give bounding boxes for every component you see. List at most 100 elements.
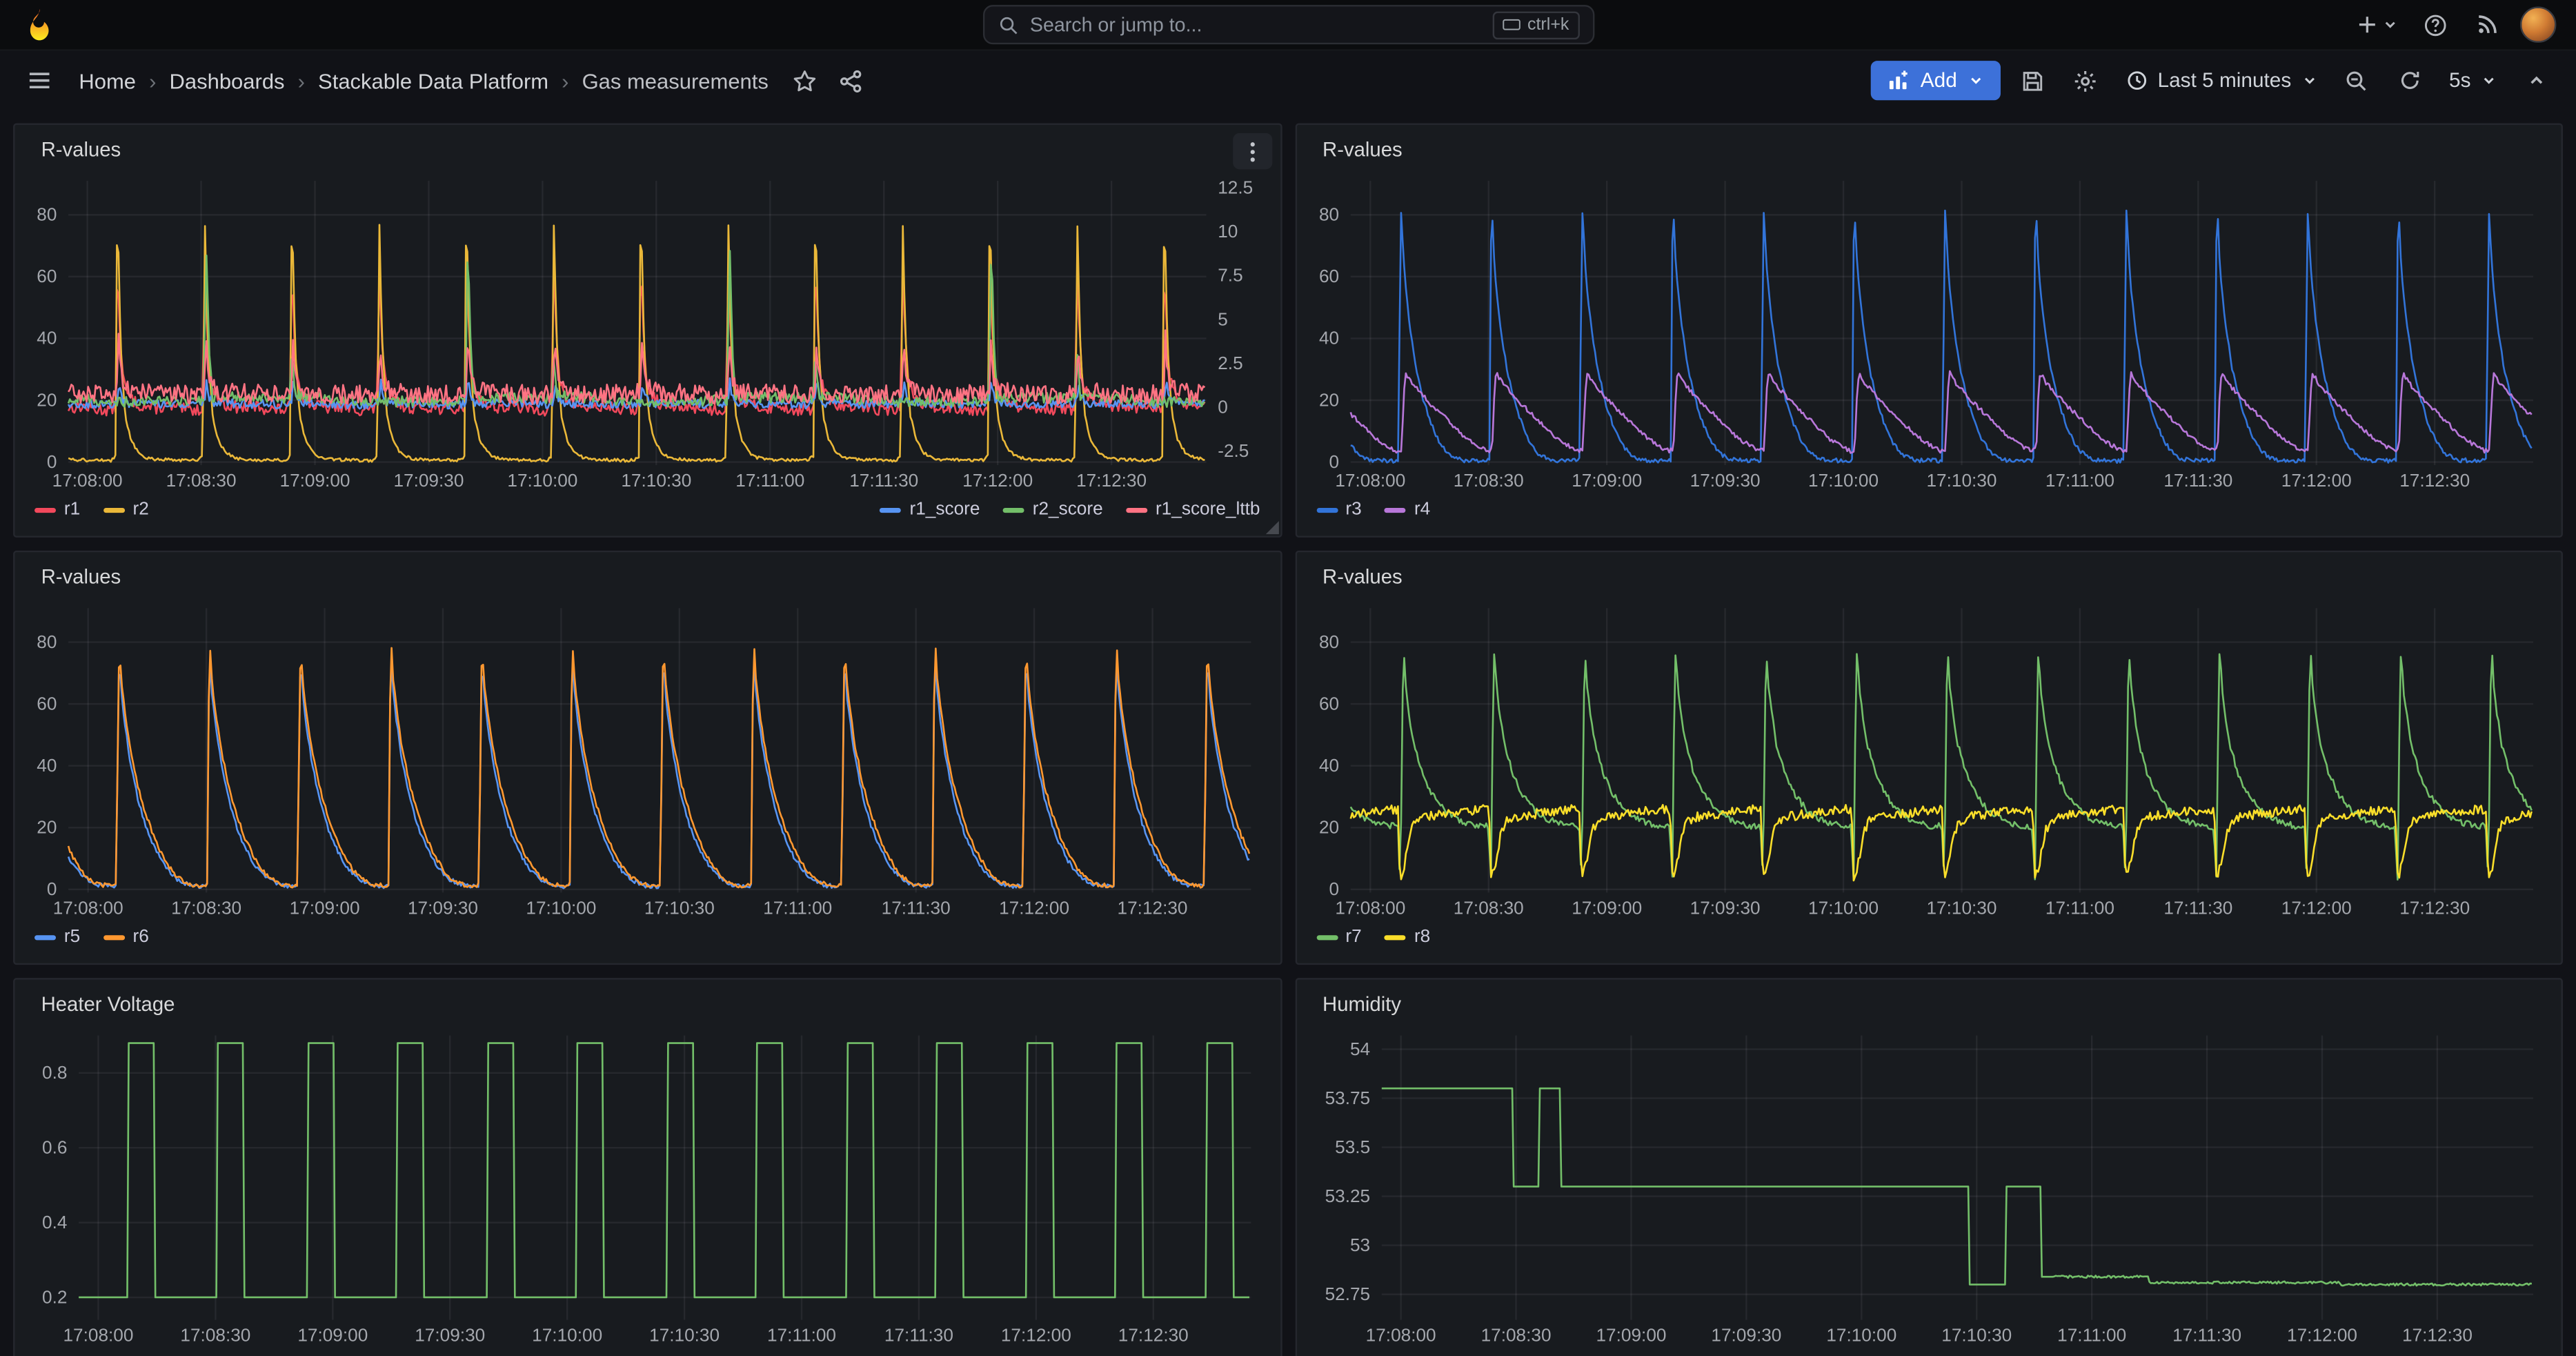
panel-title[interactable]: Humidity	[1309, 990, 2548, 1025]
search-shortcut: ctrl+k	[1493, 10, 1579, 38]
legend-label: r1_score	[909, 500, 980, 520]
legend-item[interactable]: r2_score	[1003, 500, 1103, 520]
chart-area[interactable]: 52.755353.2553.553.755417:08:0017:08:301…	[1309, 1025, 2548, 1348]
svg-text:80: 80	[37, 204, 57, 225]
svg-text:17:12:00: 17:12:00	[999, 897, 1069, 918]
svg-text:17:12:30: 17:12:30	[2399, 897, 2469, 918]
series-r3	[1350, 210, 2531, 463]
svg-text:17:11:00: 17:11:00	[2045, 897, 2114, 918]
breadcrumb-separator: ›	[562, 68, 568, 93]
legend-label: r2_score	[1033, 500, 1103, 520]
time-range-picker[interactable]: Last 5 minutes	[2118, 61, 2324, 100]
legend-label: r2	[132, 500, 148, 520]
refresh-button[interactable]	[2390, 61, 2429, 100]
svg-text:17:09:00: 17:09:00	[1595, 1325, 1665, 1346]
panel-menu-button[interactable]	[1232, 133, 1271, 169]
svg-text:17:08:30: 17:08:30	[166, 470, 237, 491]
panel-title[interactable]: R-values	[28, 562, 1267, 598]
dashboard-settings-button[interactable]	[2065, 61, 2105, 100]
svg-text:40: 40	[37, 755, 57, 776]
zoom-out-button[interactable]	[2337, 61, 2377, 100]
svg-text:17:08:00: 17:08:00	[1365, 1325, 1435, 1346]
legend-item[interactable]: r2	[103, 500, 149, 520]
new-menu-button[interactable]	[2352, 5, 2401, 44]
chart-area[interactable]: 02040608017:08:0017:08:3017:09:0017:09:3…	[28, 598, 1267, 921]
legend-item[interactable]: r7	[1316, 927, 1362, 947]
svg-text:54: 54	[1349, 1039, 1369, 1059]
breadcrumb-separator: ›	[298, 68, 305, 93]
svg-text:53.5: 53.5	[1334, 1137, 1369, 1157]
chevron-down-icon	[2481, 72, 2497, 89]
svg-text:0: 0	[1328, 878, 1338, 899]
chevron-down-icon	[2382, 17, 2399, 33]
legend: r5 r6	[28, 921, 1267, 954]
legend-label: r8	[1414, 927, 1430, 947]
svg-text:0: 0	[47, 451, 57, 472]
menu-toggle-button[interactable]	[20, 61, 59, 100]
add-button[interactable]: Add	[1871, 61, 1999, 100]
legend-item[interactable]: r1	[34, 500, 80, 520]
svg-text:17:08:30: 17:08:30	[1480, 1325, 1550, 1346]
svg-text:2.5: 2.5	[1218, 353, 1242, 373]
save-dashboard-button[interactable]	[2013, 61, 2052, 100]
svg-text:17:10:00: 17:10:00	[507, 470, 577, 491]
legend-item[interactable]: r1_score	[880, 500, 980, 520]
chart-area[interactable]: 0.20.40.60.817:08:0017:08:3017:09:0017:0…	[28, 1025, 1267, 1348]
svg-text:40: 40	[37, 328, 57, 348]
refresh-icon	[2398, 69, 2421, 92]
favorite-star-button[interactable]	[785, 61, 824, 100]
chart-area[interactable]: 02040608017:08:0017:08:3017:09:0017:09:3…	[1309, 171, 2548, 493]
svg-text:0: 0	[1328, 451, 1338, 472]
breadcrumb-item-dashboards[interactable]: Dashboards	[170, 68, 285, 93]
svg-text:17:11:00: 17:11:00	[735, 470, 804, 491]
panel-r-values-2: R-values 02040608017:08:0017:08:3017:09:…	[1295, 124, 2563, 538]
svg-text:40: 40	[1318, 328, 1338, 348]
keyboard-icon	[1503, 18, 1520, 31]
svg-text:52.75: 52.75	[1324, 1284, 1369, 1304]
svg-text:0: 0	[47, 878, 57, 899]
refresh-interval-picker[interactable]: 5s	[2442, 61, 2504, 100]
svg-text:17:08:00: 17:08:00	[53, 897, 123, 918]
svg-text:60: 60	[1318, 693, 1338, 714]
legend-item[interactable]: r6	[103, 927, 149, 947]
svg-text:17:09:30: 17:09:30	[1710, 1325, 1781, 1346]
series-r5	[68, 657, 1249, 888]
svg-text:17:12:00: 17:12:00	[2281, 897, 2351, 918]
breadcrumb-item-home[interactable]: Home	[79, 68, 136, 93]
breadcrumb-item-dashboard[interactable]: Gas measurements	[582, 68, 769, 93]
panel-title[interactable]: R-values	[1309, 135, 2548, 170]
panel-title[interactable]: R-values	[28, 135, 1267, 170]
legend-swatch	[1316, 934, 1338, 939]
user-avatar[interactable]	[2520, 7, 2556, 43]
news-button[interactable]	[2468, 5, 2507, 44]
breadcrumb-item-folder[interactable]: Stackable Data Platform	[318, 68, 548, 93]
legend-swatch	[1003, 507, 1024, 512]
series-heatervoltage	[79, 1043, 1249, 1297]
chart-svg: 02040608017:08:0017:08:3017:09:0017:09:3…	[28, 598, 1268, 921]
add-panel-icon	[1888, 69, 1910, 92]
panel-resize-handle[interactable]	[1265, 521, 1278, 534]
panel-humidity: Humidity 52.755353.2553.553.755417:08:00…	[1295, 978, 2563, 1356]
search-input[interactable]	[1030, 13, 1481, 36]
legend-swatch	[103, 934, 125, 939]
chart-area[interactable]: 02040608017:08:0017:08:3017:09:0017:09:3…	[1309, 598, 2548, 921]
legend-item[interactable]: r3	[1316, 500, 1362, 520]
svg-text:17:08:30: 17:08:30	[1453, 897, 1523, 918]
question-circle-icon	[2422, 12, 2447, 37]
panel-title[interactable]: R-values	[1309, 562, 2548, 598]
legend-item[interactable]: r1_score_lttb	[1126, 500, 1260, 520]
grafana-logo[interactable]	[20, 5, 59, 44]
series-r1_score_lttb	[68, 331, 1205, 404]
legend-item[interactable]: r5	[34, 927, 80, 947]
svg-text:17:09:00: 17:09:00	[1571, 470, 1641, 491]
chart-area[interactable]: 020406080-2.502.557.51012.517:08:0017:08…	[28, 171, 1267, 493]
legend-item[interactable]: r8	[1385, 927, 1430, 947]
svg-text:17:10:00: 17:10:00	[526, 897, 596, 918]
help-button[interactable]	[2415, 5, 2454, 44]
panel-title[interactable]: Heater Voltage	[28, 990, 1267, 1025]
share-button[interactable]	[831, 61, 870, 100]
collapse-chrome-button[interactable]	[2517, 61, 2556, 100]
chevron-down-icon	[2301, 72, 2318, 89]
legend-item[interactable]: r4	[1385, 500, 1430, 520]
search-box[interactable]: ctrl+k	[982, 5, 1594, 44]
